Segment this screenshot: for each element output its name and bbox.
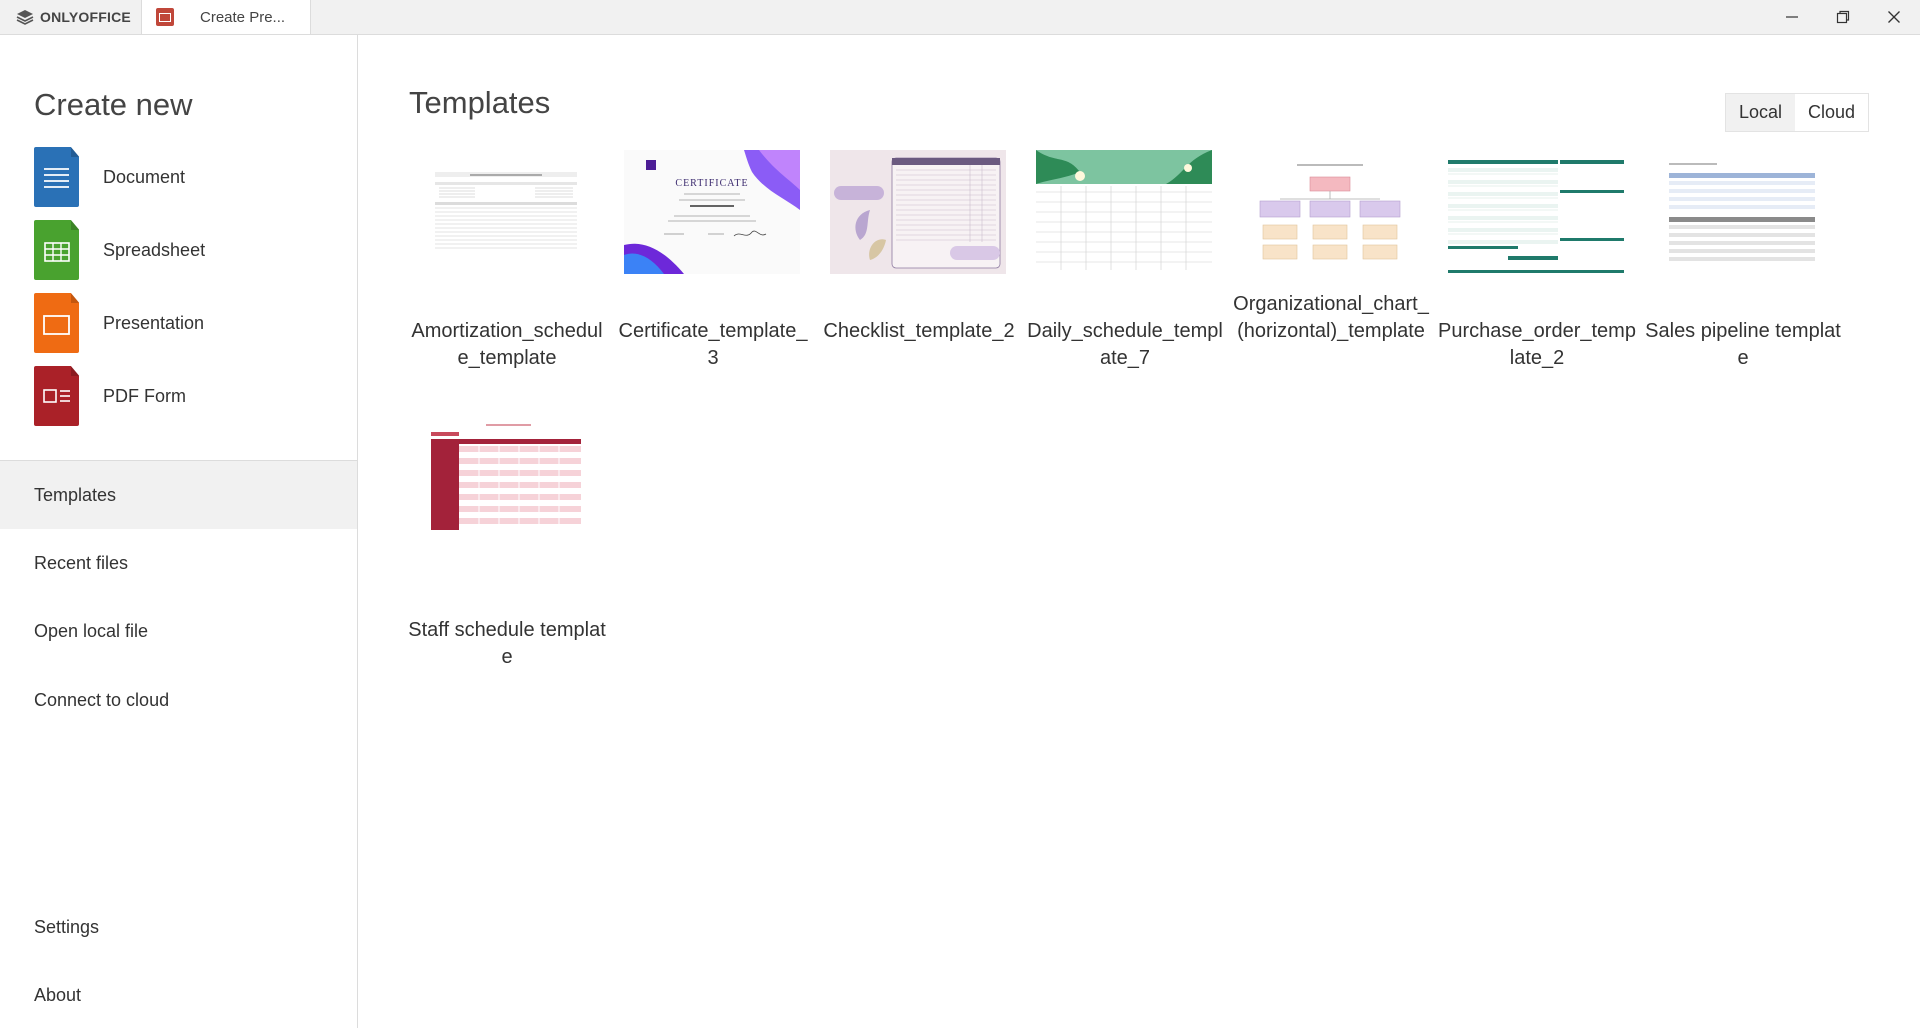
tab-title: Create Pre... (200, 8, 286, 26)
template-thumbnail (1653, 149, 1831, 275)
template-name: Organizational_chart_(horizontal)_templa… (1233, 293, 1429, 342)
template-card[interactable]: Amortization_schedule_template (407, 149, 607, 419)
template-name: Daily_schedule_template_7 (1027, 320, 1223, 369)
template-thumbnail (417, 149, 595, 275)
template-name: Purchase_order_template_2 (1438, 320, 1636, 369)
minimize-icon (1786, 16, 1798, 18)
create-new-heading: Create new (34, 87, 193, 122)
sidebar-item-label: Templates (34, 484, 117, 505)
close-icon (1888, 11, 1900, 23)
title-bar: ONLYOFFICE Create Pre... (0, 0, 1920, 35)
template-thumbnail: CERTIFICATE (623, 149, 801, 275)
template-card[interactable]: Checklist_template_2 (819, 149, 1019, 419)
restore-icon (1836, 10, 1850, 24)
create-document-label: Document (103, 166, 186, 187)
create-presentation-button[interactable]: Presentation (34, 292, 204, 354)
sidebar-item-settings[interactable]: Settings (0, 893, 357, 961)
sidebar-item-recent-files[interactable]: Recent files (0, 529, 357, 597)
template-card[interactable]: Purchase_order_template_2 (1437, 149, 1637, 419)
template-card[interactable]: Staff schedule template (407, 412, 607, 682)
sidebar-item-label: Recent files (34, 552, 129, 573)
close-button[interactable] (1869, 0, 1919, 34)
sidebar-item-templates[interactable]: Templates (0, 461, 357, 529)
template-thumbnail (1447, 149, 1625, 275)
local-toggle-button[interactable]: Local (1726, 94, 1796, 131)
sidebar-item-label: Open local file (34, 620, 149, 641)
template-card[interactable]: Sales pipeline template (1643, 149, 1843, 419)
sidebar-item-open-local-file[interactable]: Open local file (0, 597, 357, 665)
cloud-toggle-button[interactable]: Cloud (1795, 94, 1868, 131)
presentation-icon (156, 8, 174, 26)
template-thumbnail (417, 412, 595, 538)
main-content: Templates Local Cloud Amortization_sched… (358, 35, 1920, 1028)
svg-text:CERTIFICATE: CERTIFICATE (675, 178, 748, 189)
sidebar-item-label: Settings (34, 916, 100, 937)
create-pdf-form-label: PDF Form (103, 385, 186, 406)
app-name: ONLYOFFICE (40, 9, 131, 25)
template-thumbnail (1241, 149, 1419, 275)
sidebar-item-about[interactable]: About (0, 961, 357, 1029)
page-title: Templates (409, 85, 551, 120)
source-toggle: Local Cloud (1725, 93, 1870, 132)
template-thumbnail (1035, 149, 1213, 275)
template-name: Checklist_template_2 (823, 320, 1015, 342)
sidebar-item-connect-to-cloud[interactable]: Connect to cloud (0, 666, 357, 734)
template-name: Staff schedule template (408, 619, 606, 668)
template-card[interactable]: Organizational_chart_(horizontal)_templa… (1231, 149, 1431, 419)
template-thumbnail (829, 149, 1007, 275)
template-card[interactable]: CERTIFICATE Certificate_template_3 (613, 149, 813, 419)
template-name: Certificate_template_3 (618, 320, 808, 369)
app-logo[interactable]: ONLYOFFICE (16, 9, 131, 25)
create-spreadsheet-button[interactable]: Spreadsheet (34, 219, 205, 281)
template-card[interactable]: Daily_schedule_template_7 (1025, 149, 1225, 419)
sidebar: Create new Document Spreadsheet Presenta… (0, 35, 358, 1028)
create-presentation-label: Presentation (103, 312, 205, 333)
create-spreadsheet-label: Spreadsheet (103, 239, 206, 260)
tab-presentation[interactable]: Create Pre... (141, 0, 311, 34)
presentation-icon (34, 293, 79, 353)
create-pdf-form-button[interactable]: PDF Form (34, 365, 186, 427)
template-name: Amortization_schedule_template (411, 320, 603, 369)
document-icon (34, 147, 79, 207)
restore-button[interactable] (1818, 0, 1868, 34)
minimize-button[interactable] (1767, 0, 1817, 34)
spreadsheet-icon (34, 220, 79, 280)
onlyoffice-logo-icon (16, 10, 34, 25)
create-document-button[interactable]: Document (34, 146, 185, 208)
sidebar-item-label: Connect to cloud (34, 689, 170, 710)
pdf-form-icon (34, 366, 79, 426)
template-name: Sales pipeline template (1645, 320, 1841, 369)
sidebar-item-label: About (34, 984, 82, 1005)
